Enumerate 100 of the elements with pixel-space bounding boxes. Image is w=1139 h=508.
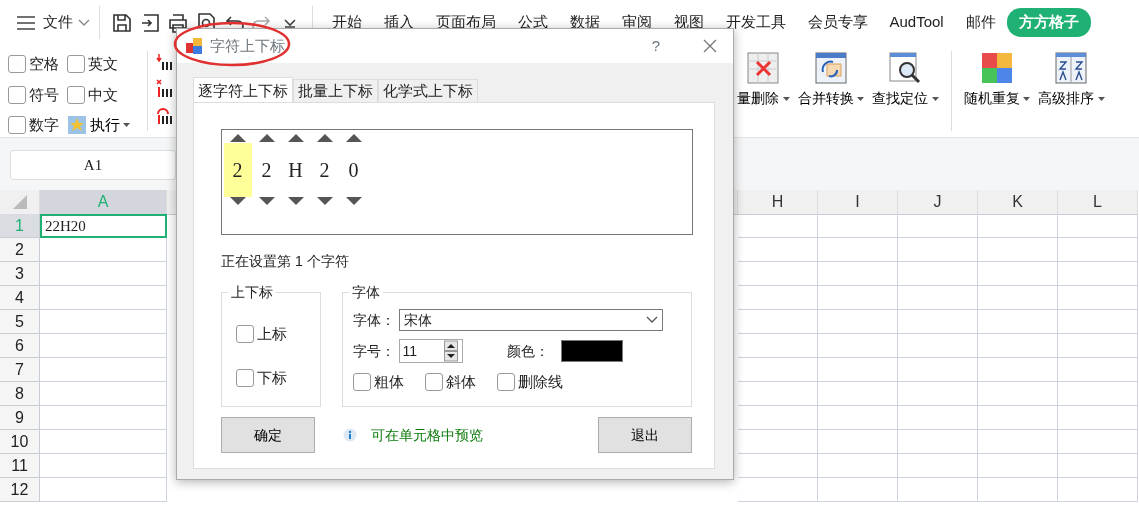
- row-header[interactable]: 3: [0, 262, 40, 286]
- table-cell[interactable]: [818, 430, 898, 454]
- table-cell[interactable]: [978, 262, 1058, 286]
- menu-tab[interactable]: 公式: [506, 11, 559, 34]
- tool-button[interactable]: 随机重复: [959, 45, 1034, 137]
- table-cell[interactable]: [818, 478, 898, 502]
- checkbox[interactable]: [8, 55, 26, 74]
- table-cell[interactable]: [1058, 358, 1138, 382]
- down-arrow-icon[interactable]: [287, 196, 304, 206]
- table-cell[interactable]: [738, 430, 818, 454]
- table-cell[interactable]: [1058, 430, 1138, 454]
- select-all-icon[interactable]: [12, 195, 27, 209]
- table-cell[interactable]: [818, 382, 898, 406]
- table-cell[interactable]: [978, 238, 1058, 262]
- row-header[interactable]: 11: [0, 454, 40, 478]
- table-cell[interactable]: [818, 406, 898, 430]
- character[interactable]: 2: [252, 142, 281, 197]
- table-cell[interactable]: [978, 478, 1058, 502]
- row-header[interactable]: 4: [0, 286, 40, 310]
- table-cell[interactable]: [978, 430, 1058, 454]
- checkbox[interactable]: [425, 373, 443, 392]
- row-header[interactable]: 2: [0, 238, 40, 262]
- table-cell[interactable]: [738, 406, 818, 430]
- table-cell[interactable]: [738, 238, 818, 262]
- table-cell[interactable]: [40, 430, 167, 454]
- checkbox[interactable]: [67, 55, 85, 74]
- table-cell[interactable]: [1058, 214, 1138, 238]
- close-icon[interactable]: [702, 38, 718, 54]
- table-cell[interactable]: [738, 454, 818, 478]
- table-cell[interactable]: [898, 310, 978, 334]
- table-cell[interactable]: [898, 262, 978, 286]
- table-cell[interactable]: [738, 214, 818, 238]
- tool-button[interactable]: 合并转换: [793, 45, 868, 137]
- table-cell[interactable]: [898, 214, 978, 238]
- down-arrow-icon[interactable]: [316, 196, 333, 206]
- table-cell[interactable]: [818, 262, 898, 286]
- checkbox[interactable]: [8, 85, 26, 104]
- file-menu[interactable]: 文件: [36, 11, 77, 34]
- up-arrow-icon[interactable]: [316, 133, 333, 143]
- table-cell[interactable]: [818, 238, 898, 262]
- tool-button[interactable]: 高级排序: [1034, 45, 1109, 137]
- table-cell[interactable]: [898, 406, 978, 430]
- table-cell[interactable]: [978, 334, 1058, 358]
- size-spinner[interactable]: 11: [398, 339, 463, 363]
- down-arrow-icon[interactable]: [345, 196, 362, 206]
- checkbox[interactable]: [236, 368, 254, 387]
- table-cell[interactable]: [40, 286, 167, 310]
- row-header[interactable]: 5: [0, 310, 40, 334]
- menu-tab[interactable]: 开发工具: [714, 11, 797, 34]
- table-cell[interactable]: [978, 310, 1058, 334]
- column-header[interactable]: I: [818, 190, 898, 215]
- table-cell[interactable]: [978, 358, 1058, 382]
- row-header[interactable]: 9: [0, 406, 40, 430]
- table-cell[interactable]: [898, 478, 978, 502]
- name-box[interactable]: A1: [10, 150, 176, 180]
- bars-icon[interactable]: [156, 79, 174, 99]
- menu-icon[interactable]: [16, 14, 36, 31]
- table-cell[interactable]: [1058, 478, 1138, 502]
- row-header[interactable]: 6: [0, 334, 40, 358]
- checkbox[interactable]: [67, 85, 85, 104]
- color-swatch[interactable]: [560, 340, 623, 362]
- table-cell[interactable]: [818, 358, 898, 382]
- row-header[interactable]: 7: [0, 358, 40, 382]
- up-arrow-icon[interactable]: [287, 133, 304, 143]
- menu-tab[interactable]: 邮件: [954, 11, 1007, 34]
- down-arrow-icon[interactable]: [258, 196, 275, 206]
- table-cell[interactable]: [738, 286, 818, 310]
- table-cell[interactable]: [818, 286, 898, 310]
- table-cell[interactable]: [40, 358, 167, 382]
- dialog-tab[interactable]: 化学式上下标: [378, 79, 478, 102]
- table-cell[interactable]: [40, 262, 167, 286]
- table-cell[interactable]: [40, 310, 167, 334]
- table-cell[interactable]: [738, 310, 818, 334]
- table-cell[interactable]: [1058, 310, 1138, 334]
- table-cell[interactable]: [1058, 454, 1138, 478]
- font-dropdown[interactable]: 宋体: [398, 309, 663, 331]
- ok-button[interactable]: 确定: [221, 417, 315, 453]
- table-cell[interactable]: [40, 454, 167, 478]
- table-cell[interactable]: [40, 406, 167, 430]
- column-header[interactable]: J: [898, 190, 978, 215]
- help-button[interactable]: ?: [651, 34, 660, 58]
- table-cell[interactable]: [978, 214, 1058, 238]
- table-cell[interactable]: [898, 430, 978, 454]
- table-cell[interactable]: [738, 262, 818, 286]
- character[interactable]: 2: [310, 142, 339, 197]
- up-arrow-icon[interactable]: [229, 133, 246, 143]
- table-cell[interactable]: [1058, 334, 1138, 358]
- column-header[interactable]: H: [738, 190, 818, 215]
- checkbox[interactable]: [8, 116, 26, 135]
- menu-tab[interactable]: 审阅: [610, 11, 663, 34]
- up-arrow-icon[interactable]: [258, 133, 275, 143]
- bars-icon[interactable]: [156, 52, 174, 72]
- table-cell[interactable]: [818, 334, 898, 358]
- table-cell[interactable]: [818, 214, 898, 238]
- print-icon[interactable]: [166, 11, 189, 34]
- table-cell[interactable]: [978, 286, 1058, 310]
- table-cell[interactable]: [898, 238, 978, 262]
- table-cell[interactable]: [738, 358, 818, 382]
- table-cell[interactable]: [898, 382, 978, 406]
- table-cell[interactable]: [978, 382, 1058, 406]
